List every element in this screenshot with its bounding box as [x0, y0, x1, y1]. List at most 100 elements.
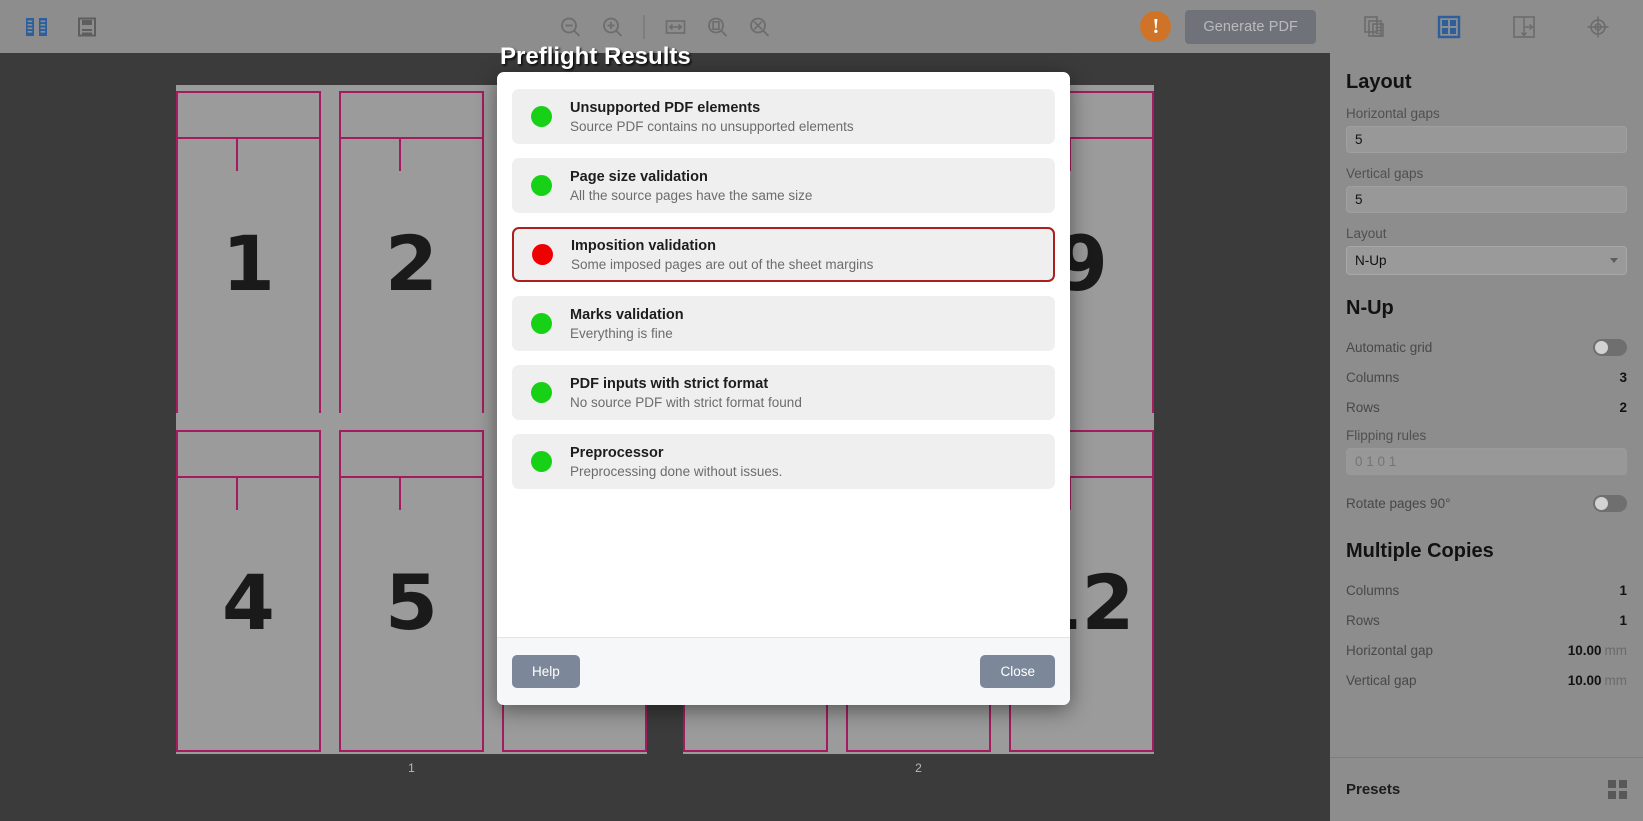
- tab-grid-layout-icon[interactable]: [1430, 8, 1468, 46]
- page-tile[interactable]: 4: [176, 430, 321, 752]
- preflight-item[interactable]: PDF inputs with strict format No source …: [512, 365, 1055, 420]
- zoom-all-icon[interactable]: [743, 10, 777, 44]
- section-heading-layout: Layout: [1346, 71, 1412, 93]
- preflight-item[interactable]: Page size validation All the source page…: [512, 158, 1055, 213]
- toolbar-left-group: [0, 10, 104, 44]
- app-root: ! Generate PDF 1 2 4 5 1 9 12 2 Prefligh…: [0, 0, 1643, 821]
- copies-hgap-label: Horizontal gap: [1346, 642, 1434, 658]
- preflight-list: Unsupported PDF elements Source PDF cont…: [497, 72, 1070, 637]
- status-ok-icon: [531, 106, 552, 127]
- copies-vgap-label: Vertical gap: [1346, 672, 1417, 688]
- preflight-item-desc: All the source pages have the same size: [570, 187, 813, 203]
- page-number: 4: [222, 558, 275, 647]
- zoom-out-icon[interactable]: [554, 10, 588, 44]
- tab-arrange-icon[interactable]: [1505, 8, 1543, 46]
- preflight-item-title: Preprocessor: [570, 444, 664, 461]
- copies-vgap-row[interactable]: Vertical gap 10.00 mm: [1346, 665, 1627, 695]
- rotate-pages-label: Rotate pages 90°: [1346, 495, 1451, 511]
- status-ok-icon: [531, 451, 552, 472]
- copies-columns-row[interactable]: Columns 1: [1346, 575, 1627, 605]
- right-panel: Layout Horizontal gaps Vertical gaps Lay…: [1330, 0, 1643, 821]
- preflight-results-dialog: Unsupported PDF elements Source PDF cont…: [497, 72, 1070, 705]
- toolbar-divider: [643, 14, 645, 39]
- close-button[interactable]: Close: [980, 655, 1055, 688]
- preflight-item[interactable]: Preprocessor Preprocessing done without …: [512, 434, 1055, 489]
- tab-registration-marks-icon[interactable]: [1579, 8, 1617, 46]
- layout-select-label: Layout: [1346, 226, 1387, 241]
- crop-mark-bleed: [178, 137, 319, 139]
- preflight-item[interactable]: Unsupported PDF elements Source PDF cont…: [512, 89, 1055, 144]
- presets-bar[interactable]: Presets: [1330, 757, 1643, 821]
- copies-rows-row[interactable]: Rows 1: [1346, 605, 1627, 635]
- page-number: 5: [385, 558, 438, 647]
- layout-select-value: N-Up: [1355, 253, 1387, 268]
- automatic-grid-toggle[interactable]: [1593, 338, 1627, 356]
- copies-vgap-unit: mm: [1604, 672, 1628, 688]
- preflight-item[interactable]: Marks validation Everything is fine: [512, 296, 1055, 351]
- help-button[interactable]: Help: [512, 655, 580, 688]
- section-heading-copies: Multiple Copies: [1346, 540, 1494, 562]
- presets-grid-icon[interactable]: [1608, 780, 1627, 799]
- page-tile[interactable]: 5: [339, 430, 484, 752]
- page-number: 1: [222, 219, 275, 308]
- warning-icon[interactable]: !: [1140, 11, 1172, 42]
- center-tick: [236, 137, 238, 171]
- page-tile[interactable]: 1: [176, 91, 321, 413]
- panel-tabs: [1330, 0, 1643, 53]
- flipping-rules-label: Flipping rules: [1346, 428, 1427, 443]
- crop-mark-bottom: [848, 750, 989, 752]
- copies-columns-label: Columns: [1346, 582, 1400, 598]
- fit-page-icon[interactable]: [701, 10, 735, 44]
- generate-pdf-button[interactable]: Generate PDF: [1185, 9, 1316, 44]
- vertical-gaps-label: Vertical gaps: [1346, 166, 1424, 181]
- section-heading-nup: N-Up: [1346, 297, 1394, 319]
- preflight-item-title: Imposition validation: [571, 237, 717, 254]
- copies-vgap-value: 10.00: [1567, 672, 1602, 688]
- preflight-item-desc: Everything is fine: [570, 325, 673, 341]
- vertical-gaps-input[interactable]: [1346, 186, 1627, 213]
- fit-width-icon[interactable]: [659, 10, 693, 44]
- save-icon[interactable]: [70, 10, 104, 44]
- presets-label: Presets: [1346, 781, 1401, 798]
- split-view-icon[interactable]: [20, 10, 54, 44]
- crop-mark-top: [341, 91, 482, 93]
- crop-mark-bottom: [1011, 750, 1152, 752]
- crop-mark-top: [178, 91, 319, 93]
- layout-select[interactable]: N-Up: [1346, 246, 1627, 275]
- status-ok-icon: [531, 382, 552, 403]
- crop-mark-bottom: [685, 750, 826, 752]
- nup-rows-label: Rows: [1346, 399, 1380, 415]
- nup-columns-row[interactable]: Columns 3: [1346, 362, 1627, 392]
- nup-columns-label: Columns: [1346, 369, 1400, 385]
- flipping-rules-input[interactable]: [1346, 448, 1627, 475]
- rotate-pages-toggle[interactable]: [1593, 494, 1627, 512]
- center-tick: [399, 476, 401, 510]
- crop-mark-top: [341, 430, 482, 432]
- preflight-item-desc: Some imposed pages are out of the sheet …: [571, 256, 874, 272]
- page-title: Preflight Results: [500, 43, 691, 70]
- sheet-label: 2: [915, 761, 922, 775]
- copies-hgap-value-wrap: 10.00 mm: [1568, 643, 1627, 658]
- nup-rows-row[interactable]: Rows 2: [1346, 392, 1627, 422]
- copies-rows-value: 1: [1619, 612, 1627, 628]
- toggle-knob: [1595, 340, 1608, 354]
- copies-columns-value: 1: [1619, 582, 1627, 598]
- crop-mark-bottom: [504, 750, 645, 752]
- center-tick: [399, 137, 401, 171]
- center-tick: [236, 476, 238, 510]
- nup-columns-value: 3: [1619, 369, 1627, 385]
- status-ok-icon: [531, 313, 552, 334]
- zoom-in-icon[interactable]: [596, 10, 630, 44]
- preflight-item-title: PDF inputs with strict format: [570, 375, 769, 392]
- page-tile[interactable]: 2: [339, 91, 484, 413]
- horizontal-gaps-input[interactable]: [1346, 126, 1627, 153]
- tab-pages-icon[interactable]: [1356, 8, 1394, 46]
- preflight-item-title: Unsupported PDF elements: [570, 99, 761, 116]
- copies-hgap-row[interactable]: Horizontal gap 10.00 mm: [1346, 635, 1627, 665]
- dialog-footer: Help Close: [497, 637, 1070, 705]
- horizontal-gaps-label: Horizontal gaps: [1346, 106, 1440, 121]
- preflight-item-error[interactable]: Imposition validation Some imposed pages…: [512, 227, 1055, 282]
- copies-vgap-value-wrap: 10.00 mm: [1568, 673, 1627, 688]
- crop-mark-bottom: [178, 750, 319, 752]
- automatic-grid-label: Automatic grid: [1346, 339, 1433, 355]
